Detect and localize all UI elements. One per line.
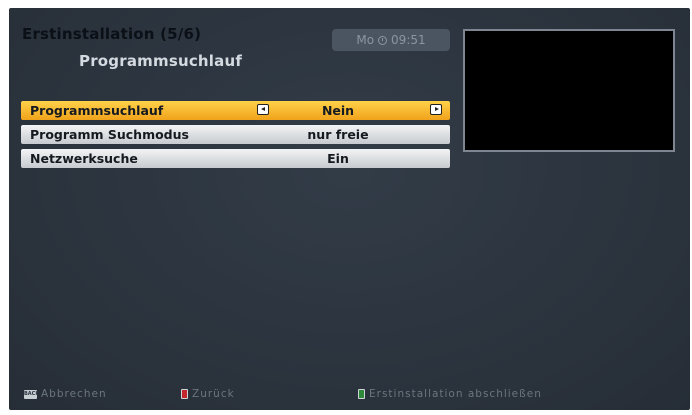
video-preview bbox=[463, 29, 675, 152]
menu-item-label: Netzwerksuche bbox=[30, 151, 138, 166]
menu-item-value: Nein bbox=[321, 103, 355, 118]
menu-item-programmsuchlauf[interactable]: Programmsuchlauf Nein bbox=[21, 101, 450, 120]
footer-back-hint[interactable]: BACK Abbrechen bbox=[24, 388, 107, 400]
menu-item-value: nur freie bbox=[307, 127, 369, 142]
settings-menu: Programmsuchlauf Nein Programm Suchmodus… bbox=[21, 101, 450, 173]
footer-green-hint[interactable]: Erstinstallation abschließen bbox=[358, 388, 542, 400]
clock-icon bbox=[378, 35, 388, 45]
red-key-icon bbox=[181, 389, 188, 399]
footer-red-hint[interactable]: Zurück bbox=[181, 388, 235, 400]
menu-item-netzwerksuche[interactable]: Netzwerksuche Ein bbox=[21, 149, 450, 168]
tv-screen: Erstinstallation (5/6) Programmsuchlauf … bbox=[9, 8, 690, 410]
footer-red-label: Zurück bbox=[192, 388, 235, 400]
page-subtitle: Programmsuchlauf bbox=[79, 52, 243, 70]
green-key-icon bbox=[358, 389, 365, 399]
menu-item-label: Programm Suchmodus bbox=[30, 127, 189, 142]
footer-hints: BACK Abbrechen Zurück Erstinstallation a… bbox=[9, 387, 690, 403]
page-title: Erstinstallation (5/6) bbox=[22, 25, 202, 43]
menu-item-programm-suchmodus[interactable]: Programm Suchmodus nur freie bbox=[21, 125, 450, 144]
clock-day: Mo bbox=[356, 33, 375, 47]
menu-item-label: Programmsuchlauf bbox=[30, 103, 164, 118]
clock-display: Mo 09:51 bbox=[332, 29, 450, 51]
back-key-icon: BACK bbox=[24, 389, 40, 399]
footer-back-label: Abbrechen bbox=[41, 388, 107, 400]
clock-time: 09:51 bbox=[391, 33, 426, 47]
menu-item-value: Ein bbox=[327, 151, 349, 166]
footer-green-label: Erstinstallation abschließen bbox=[369, 388, 542, 400]
arrow-right-icon[interactable] bbox=[430, 104, 442, 115]
